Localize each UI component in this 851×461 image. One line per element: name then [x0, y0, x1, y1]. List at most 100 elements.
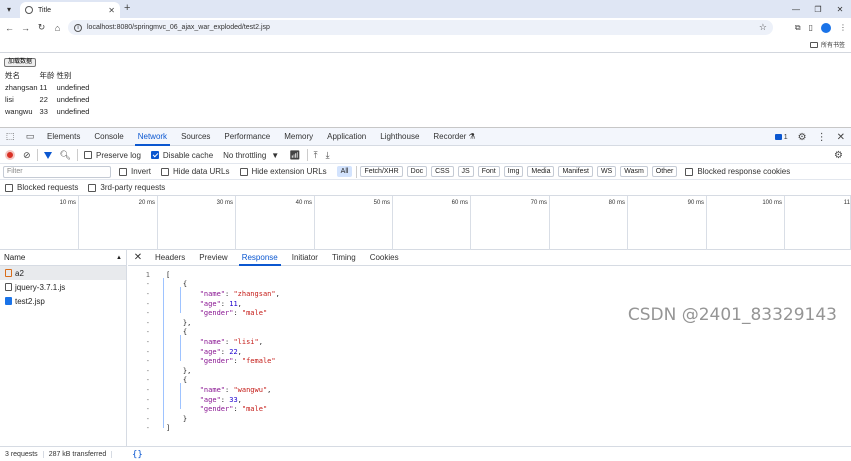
blocked-cookies-checkbox[interactable]: Blocked response cookies	[685, 167, 790, 176]
forward-button[interactable]: →	[19, 18, 32, 37]
tab-recorder[interactable]: Recorder ⚗	[426, 128, 482, 146]
network-conditions-icon[interactable]: 📶︎	[289, 150, 300, 161]
table-row: wangwu 33 undefined	[4, 105, 90, 117]
type-filter-img[interactable]: Img	[503, 166, 524, 177]
disable-cache-checkbox[interactable]: Disable cache	[150, 151, 213, 160]
side-panel-icon[interactable]: ▯	[809, 23, 813, 32]
third-party-checkbox[interactable]: 3rd-party requests	[88, 183, 165, 192]
request-row-test2[interactable]: test2.jsp	[0, 294, 126, 308]
menu-icon[interactable]: ⋮	[839, 23, 847, 32]
cell-age: 22	[39, 94, 48, 104]
tab-preview[interactable]: Preview	[192, 250, 234, 266]
inspect-element-icon[interactable]: ⬚	[0, 128, 20, 146]
checkbox-box	[239, 167, 248, 176]
tick-label: 11	[843, 200, 850, 206]
type-filter-wasm[interactable]: Wasm	[620, 166, 648, 177]
response-body-viewer[interactable]: 1[- {- "name": "zhangsan", - "age": 11, - …	[128, 266, 851, 446]
clear-icon[interactable]: ⊘	[23, 150, 31, 161]
tab-initiator[interactable]: Initiator	[285, 250, 325, 266]
tab-elements[interactable]: Elements	[40, 128, 87, 146]
settings-gear-icon[interactable]: ⚙	[798, 132, 807, 143]
request-row-a2[interactable]: a2	[0, 266, 126, 280]
line-gutter: -	[145, 280, 150, 289]
tab-network[interactable]: Network	[131, 128, 174, 146]
extensions-icon[interactable]: ⧉	[795, 23, 801, 33]
line-gutter: -	[145, 385, 150, 394]
divider	[356, 165, 358, 178]
more-options-icon[interactable]: ⋮	[817, 132, 827, 143]
type-filter-doc[interactable]: Doc	[406, 166, 428, 177]
tab-performance[interactable]: Performance	[217, 128, 277, 146]
bookmark-star-icon[interactable]: ☆	[759, 22, 767, 33]
address-bar[interactable]: i localhost:8080/springmvc_06_ajax_war_e…	[68, 20, 773, 35]
back-button[interactable]: ←	[3, 18, 16, 37]
tab-memory[interactable]: Memory	[277, 128, 320, 146]
filter-input[interactable]: Filter	[3, 165, 111, 178]
tab-application[interactable]: Application	[320, 128, 373, 146]
tab-close-icon[interactable]: ✕	[108, 6, 115, 15]
tab-console[interactable]: Console	[87, 128, 130, 146]
close-detail-icon[interactable]: ✕	[128, 252, 148, 263]
page-content: 加载数据 姓名 年龄 性别 zhangsan 11 undefined lisi…	[0, 54, 851, 127]
code-line: - "age": 33,	[128, 395, 242, 405]
network-settings-icon[interactable]: ⚙	[834, 150, 843, 161]
network-overview-timeline[interactable]: 10 ms 20 ms 30 ms 40 ms 50 ms 60 ms 70 m…	[0, 196, 851, 250]
checkbox-box	[161, 167, 170, 176]
type-filter-fetch-xhr[interactable]: Fetch/XHR	[360, 166, 403, 177]
site-info-icon[interactable]: i	[74, 23, 82, 32]
invert-checkbox[interactable]: Invert	[119, 167, 151, 176]
code-text: "age": 33,	[199, 395, 242, 404]
maximize-button[interactable]: ❐	[807, 0, 829, 18]
profile-avatar[interactable]	[821, 22, 831, 33]
tab-response[interactable]: Response	[235, 250, 285, 266]
tab-headers[interactable]: Headers	[148, 250, 192, 266]
line-gutter: -	[145, 328, 150, 337]
request-row-jquery[interactable]: jquery-3.7.1.js	[0, 280, 126, 294]
toolbar-right: ⧉ ▯ ⋮	[795, 18, 847, 37]
reload-button[interactable]: ↻	[35, 18, 48, 37]
tab-cookies[interactable]: Cookies	[363, 250, 406, 266]
all-bookmarks-button[interactable]: 所有书签	[809, 40, 845, 49]
load-data-button[interactable]: 加载数据	[4, 58, 37, 67]
browser-tab[interactable]: Title ✕	[20, 2, 120, 18]
tab-strip: ▾ Title ✕ + — ❐ ✕	[0, 0, 851, 18]
divider	[36, 149, 38, 161]
hide-data-urls-checkbox[interactable]: Hide data URLs	[161, 167, 230, 176]
pretty-print-button[interactable]: {}	[132, 450, 143, 460]
tab-sources[interactable]: Sources	[174, 128, 217, 146]
blocked-requests-checkbox[interactable]: Blocked requests	[5, 183, 78, 192]
type-filter-ws[interactable]: WS	[596, 166, 617, 177]
search-icon[interactable]: 🔍︎	[60, 150, 71, 161]
home-button[interactable]: ⌂	[51, 18, 64, 37]
type-filter-manifest[interactable]: Manifest	[558, 166, 593, 177]
code-line: - "age": 11,	[128, 299, 242, 309]
cell-gender: undefined	[56, 106, 90, 116]
type-filter-font[interactable]: Font	[477, 166, 500, 177]
globe-icon	[25, 6, 33, 14]
type-filter-js[interactable]: JS	[457, 166, 474, 177]
name-column-header[interactable]: Name ▲	[0, 250, 126, 266]
tab-lighthouse[interactable]: Lighthouse	[373, 128, 426, 146]
type-filter-other[interactable]: Other	[651, 166, 678, 177]
type-filter-all[interactable]: All	[336, 166, 353, 177]
tab-timing[interactable]: Timing	[325, 250, 363, 266]
filter-funnel-icon[interactable]	[43, 151, 52, 159]
hide-extension-urls-checkbox[interactable]: Hide extension URLs	[239, 167, 327, 176]
record-button[interactable]	[5, 150, 15, 160]
import-har-icon[interactable]: ⤒	[314, 150, 318, 161]
device-toolbar-icon[interactable]: ▭	[20, 128, 40, 146]
tab-search-icon[interactable]: ▾	[0, 0, 18, 18]
bookmarks-bar: 所有书签	[0, 37, 851, 53]
new-tab-button[interactable]: +	[124, 2, 130, 14]
export-har-icon[interactable]: ⤓	[326, 150, 330, 161]
issues-badge[interactable]: 1	[774, 134, 788, 141]
minimize-button[interactable]: —	[785, 0, 807, 18]
throttling-select[interactable]: No throttling ▼	[223, 151, 279, 160]
preserve-log-checkbox[interactable]: Preserve log	[83, 151, 141, 160]
type-filter-media[interactable]: Media	[527, 166, 555, 177]
close-window-button[interactable]: ✕	[829, 0, 851, 18]
timeline-tick: 100 ms	[762, 196, 785, 250]
close-devtools-icon[interactable]: ✕	[837, 132, 845, 143]
table-row: lisi 22 undefined	[4, 93, 90, 105]
type-filter-css[interactable]: CSS	[431, 166, 454, 177]
